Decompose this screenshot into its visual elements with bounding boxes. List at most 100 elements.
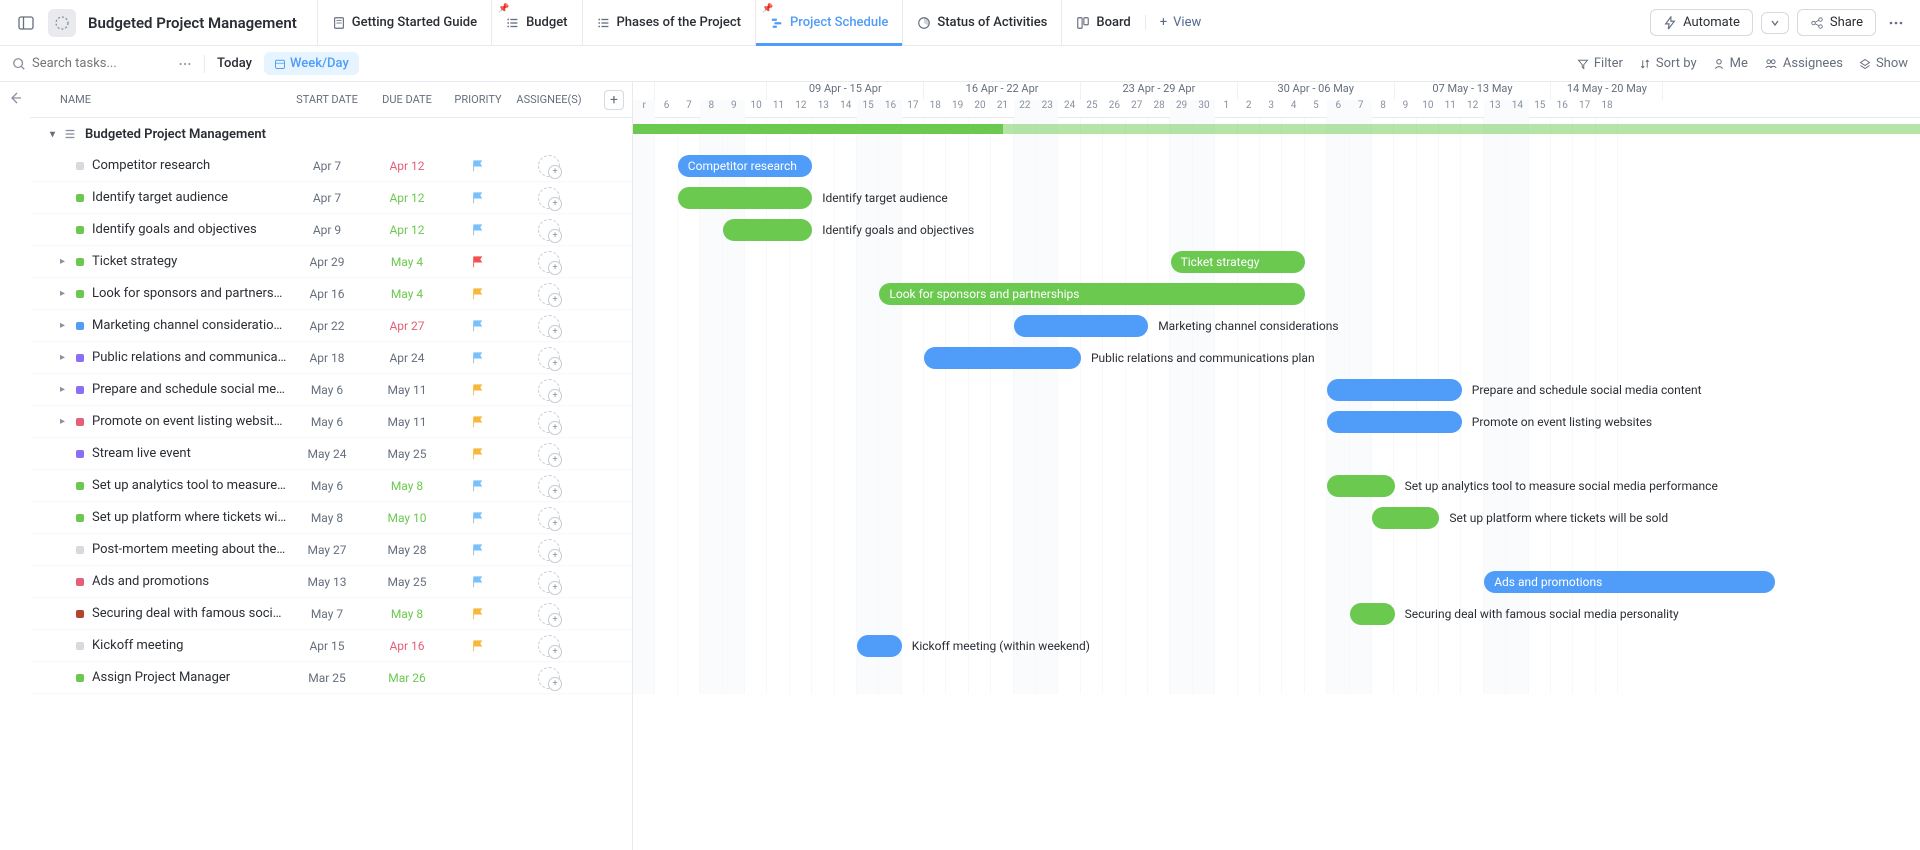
tab-getting-started-guide[interactable]: Getting Started Guide bbox=[317, 0, 491, 46]
status-indicator[interactable] bbox=[76, 194, 84, 202]
start-date-cell[interactable]: Apr 29 bbox=[287, 255, 367, 269]
status-indicator[interactable] bbox=[76, 418, 84, 426]
show-button[interactable]: Show bbox=[1859, 56, 1908, 71]
start-date-cell[interactable]: May 27 bbox=[287, 543, 367, 557]
zoom-selector[interactable]: Week/Day bbox=[264, 52, 359, 75]
automate-button[interactable]: Automate bbox=[1650, 9, 1753, 36]
status-indicator[interactable] bbox=[76, 578, 84, 586]
due-date-cell[interactable]: May 11 bbox=[367, 415, 447, 429]
due-date-cell[interactable]: May 25 bbox=[367, 447, 447, 461]
share-button[interactable]: Share bbox=[1797, 9, 1876, 36]
priority-cell[interactable] bbox=[447, 479, 509, 493]
task-row[interactable]: Post-mortem meeting about the project Ma… bbox=[30, 534, 632, 566]
due-date-cell[interactable]: Apr 12 bbox=[367, 223, 447, 237]
sort-button[interactable]: Sort by bbox=[1639, 56, 1697, 71]
search-box[interactable] bbox=[12, 56, 172, 71]
task-row[interactable]: Set up analytics tool to measure social … bbox=[30, 470, 632, 502]
tab-board[interactable]: Board bbox=[1061, 0, 1144, 46]
group-row[interactable]: ▾ Budgeted Project Management bbox=[30, 118, 632, 150]
gantt-bar[interactable]: Competitor research bbox=[678, 155, 812, 177]
task-row[interactable]: Kickoff meeting Apr 15 Apr 16 bbox=[30, 630, 632, 662]
status-indicator[interactable] bbox=[76, 258, 84, 266]
collapse-panel-button[interactable] bbox=[7, 90, 23, 106]
gantt-bar[interactable]: Look for sponsors and partnerships bbox=[879, 283, 1305, 305]
assignee-placeholder-icon[interactable] bbox=[538, 219, 560, 241]
gantt-bar[interactable]: Securing deal with famous social media p… bbox=[1350, 603, 1395, 625]
assignee-cell[interactable] bbox=[509, 251, 589, 273]
start-date-cell[interactable]: May 6 bbox=[287, 383, 367, 397]
start-date-cell[interactable]: Apr 16 bbox=[287, 287, 367, 301]
task-row[interactable]: ▸ Promote on event listing websites May … bbox=[30, 406, 632, 438]
assignee-cell[interactable] bbox=[509, 475, 589, 497]
due-date-cell[interactable]: May 4 bbox=[367, 255, 447, 269]
group-bar-future[interactable] bbox=[1003, 124, 1920, 134]
priority-cell[interactable] bbox=[447, 383, 509, 397]
gantt-bar[interactable]: Set up analytics tool to measure social … bbox=[1327, 475, 1394, 497]
add-column-button[interactable]: + bbox=[604, 90, 624, 110]
priority-cell[interactable] bbox=[447, 607, 509, 621]
tab-status-of-activities[interactable]: Status of Activities bbox=[902, 0, 1061, 46]
assignee-cell[interactable] bbox=[509, 187, 589, 209]
start-date-cell[interactable]: Mar 25 bbox=[287, 671, 367, 685]
assignee-cell[interactable] bbox=[509, 603, 589, 625]
tab-phases-of-the-project[interactable]: Phases of the Project bbox=[582, 0, 756, 46]
me-button[interactable]: Me bbox=[1713, 56, 1748, 71]
start-date-cell[interactable]: Apr 9 bbox=[287, 223, 367, 237]
assignee-placeholder-icon[interactable] bbox=[538, 283, 560, 305]
gantt-bar[interactable]: Ticket strategy bbox=[1171, 251, 1305, 273]
status-indicator[interactable] bbox=[76, 290, 84, 298]
expand-caret-icon[interactable]: ▸ bbox=[60, 320, 65, 331]
gantt-bar[interactable]: Identify target audience bbox=[678, 187, 812, 209]
timeline-body[interactable]: Competitor research Identify target audie… bbox=[633, 118, 1920, 694]
gantt-bar[interactable]: Identify goals and objectives bbox=[723, 219, 813, 241]
assignee-cell[interactable] bbox=[509, 667, 589, 689]
due-date-cell[interactable]: May 25 bbox=[367, 575, 447, 589]
expand-caret-icon[interactable]: ▸ bbox=[60, 288, 65, 299]
status-indicator[interactable] bbox=[76, 162, 84, 170]
project-title[interactable]: Budgeted Project Management bbox=[84, 14, 301, 32]
priority-cell[interactable] bbox=[447, 639, 509, 653]
status-indicator[interactable] bbox=[76, 514, 84, 522]
today-button[interactable]: Today bbox=[217, 56, 252, 71]
due-date-cell[interactable]: Apr 27 bbox=[367, 319, 447, 333]
status-indicator[interactable] bbox=[76, 546, 84, 554]
assignee-placeholder-icon[interactable] bbox=[538, 379, 560, 401]
search-options[interactable] bbox=[178, 57, 192, 71]
due-date-cell[interactable]: May 8 bbox=[367, 607, 447, 621]
task-row[interactable]: ▸ Look for sponsors and partnerships Apr… bbox=[30, 278, 632, 310]
task-row[interactable]: ▸ Marketing channel considerations Apr 2… bbox=[30, 310, 632, 342]
start-date-cell[interactable]: Apr 22 bbox=[287, 319, 367, 333]
priority-cell[interactable] bbox=[447, 319, 509, 333]
tab-project-schedule[interactable]: Project Schedule📌 bbox=[755, 0, 902, 46]
gantt-bar[interactable]: Marketing channel considerations bbox=[1014, 315, 1148, 337]
task-row[interactable]: Identify goals and objectives Apr 9 Apr … bbox=[30, 214, 632, 246]
priority-cell[interactable] bbox=[447, 575, 509, 589]
priority-cell[interactable] bbox=[447, 223, 509, 237]
start-date-cell[interactable]: May 13 bbox=[287, 575, 367, 589]
task-row[interactable]: Identify target audience Apr 7 Apr 12 bbox=[30, 182, 632, 214]
tab-budget[interactable]: Budget📌 bbox=[491, 0, 581, 46]
sidebar-toggle[interactable] bbox=[12, 9, 40, 37]
status-indicator[interactable] bbox=[76, 354, 84, 362]
assignee-cell[interactable] bbox=[509, 315, 589, 337]
column-start-date[interactable]: Start Date bbox=[287, 93, 367, 106]
task-row[interactable]: Competitor research Apr 7 Apr 12 bbox=[30, 150, 632, 182]
task-row[interactable]: ▸ Prepare and schedule social media cont… bbox=[30, 374, 632, 406]
expand-caret-icon[interactable]: ▸ bbox=[60, 256, 65, 267]
priority-cell[interactable] bbox=[447, 159, 509, 173]
due-date-cell[interactable]: Apr 12 bbox=[367, 191, 447, 205]
priority-cell[interactable] bbox=[447, 191, 509, 205]
status-indicator[interactable] bbox=[76, 482, 84, 490]
due-date-cell[interactable]: May 8 bbox=[367, 479, 447, 493]
assignee-placeholder-icon[interactable] bbox=[538, 347, 560, 369]
filter-button[interactable]: Filter bbox=[1577, 56, 1623, 71]
expand-caret-icon[interactable]: ▸ bbox=[60, 416, 65, 427]
start-date-cell[interactable]: Apr 18 bbox=[287, 351, 367, 365]
status-indicator[interactable] bbox=[76, 642, 84, 650]
due-date-cell[interactable]: Apr 16 bbox=[367, 639, 447, 653]
assignee-placeholder-icon[interactable] bbox=[538, 251, 560, 273]
timeline-panel[interactable]: 09 Apr - 15 Apr16 Apr - 22 Apr23 Apr - 2… bbox=[633, 82, 1920, 850]
due-date-cell[interactable]: Apr 12 bbox=[367, 159, 447, 173]
search-input[interactable] bbox=[32, 56, 172, 71]
status-indicator[interactable] bbox=[76, 322, 84, 330]
